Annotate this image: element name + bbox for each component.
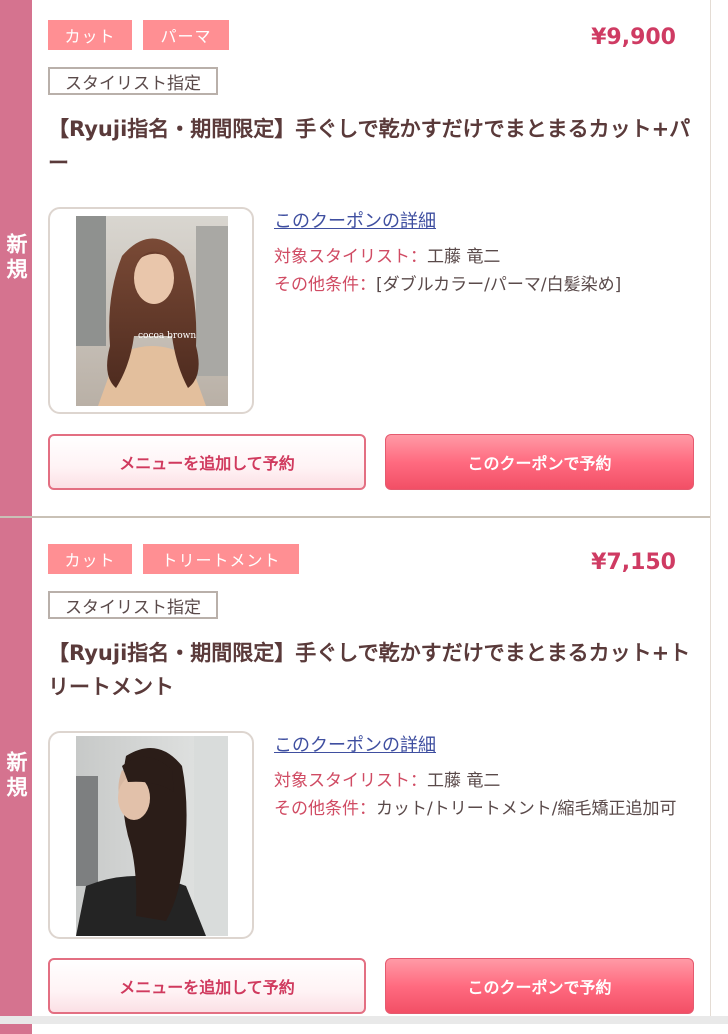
- add-menu-reserve-button[interactable]: メニューを追加して予約: [48, 958, 366, 1014]
- category-tag: パーマ: [143, 20, 229, 50]
- reserve-coupon-button[interactable]: このクーポンで予約: [385, 958, 694, 1014]
- photo-watermark: cocoa brown: [138, 331, 196, 341]
- coupon-price: ¥7,150: [591, 550, 676, 575]
- target-stylist-row: 対象スタイリスト： 工藤 竜二: [274, 768, 500, 794]
- add-menu-reserve-button[interactable]: メニューを追加して予約: [48, 434, 366, 490]
- other-conditions-row: その他条件： [ダブルカラー/パーマ/白髪染め]: [274, 272, 694, 298]
- hairstyle-photo: [76, 736, 228, 936]
- coupon-title: 【Ryuji指名・期間限定】手ぐしで乾かすだけでまとまるカット+トリートメント: [48, 641, 691, 699]
- category-tag: トリートメント: [143, 544, 299, 574]
- target-stylist-label: 対象スタイリスト：: [274, 247, 427, 267]
- other-conditions-label: その他条件：: [274, 799, 376, 819]
- reserve-coupon-button[interactable]: このクーポンで予約: [385, 434, 694, 490]
- coupon-price: ¥9,900: [591, 25, 676, 50]
- coupon-detail-link[interactable]: このクーポンの詳細: [274, 731, 436, 757]
- other-conditions-value: カット/トリートメント/縮毛矯正追加可: [376, 799, 677, 819]
- coupon-card: 新規 カット パーマ ¥9,900 スタイリスト指定 【Ryuji指名・期間限定…: [0, 0, 710, 516]
- target-stylist-value: 工藤 竜二: [427, 247, 501, 267]
- coupon-card: 新規 カット トリートメント ¥7,150 スタイリスト指定 【Ryuji指名・…: [0, 518, 710, 1034]
- hairstyle-photo: cocoa brown: [76, 216, 228, 406]
- category-tag: カット: [48, 20, 132, 50]
- other-conditions-row: その他条件： カット/トリートメント/縮毛矯正追加可: [274, 796, 694, 822]
- bottom-edge: [0, 1016, 728, 1024]
- page-right-border: [710, 0, 711, 1024]
- stylist-designation-tag: スタイリスト指定: [48, 67, 218, 95]
- new-ribbon: 新規: [0, 0, 32, 516]
- other-conditions-label: その他条件：: [274, 275, 376, 295]
- stylist-designation-tag: スタイリスト指定: [48, 591, 218, 619]
- coupon-title: 【Ryuji指名・期間限定】手ぐしで乾かすだけでまとまるカット+パー: [48, 117, 691, 175]
- target-stylist-row: 対象スタイリスト： 工藤 竜二: [274, 244, 500, 270]
- category-tag: カット: [48, 544, 132, 574]
- target-stylist-label: 対象スタイリスト：: [274, 771, 427, 791]
- target-stylist-value: 工藤 竜二: [427, 771, 501, 791]
- coupon-photo-frame: [48, 731, 254, 939]
- coupon-photo-frame: cocoa brown: [48, 207, 254, 414]
- other-conditions-value: [ダブルカラー/パーマ/白髪染め]: [376, 275, 622, 295]
- new-ribbon: 新規: [0, 518, 32, 1034]
- coupon-detail-link[interactable]: このクーポンの詳細: [274, 207, 436, 233]
